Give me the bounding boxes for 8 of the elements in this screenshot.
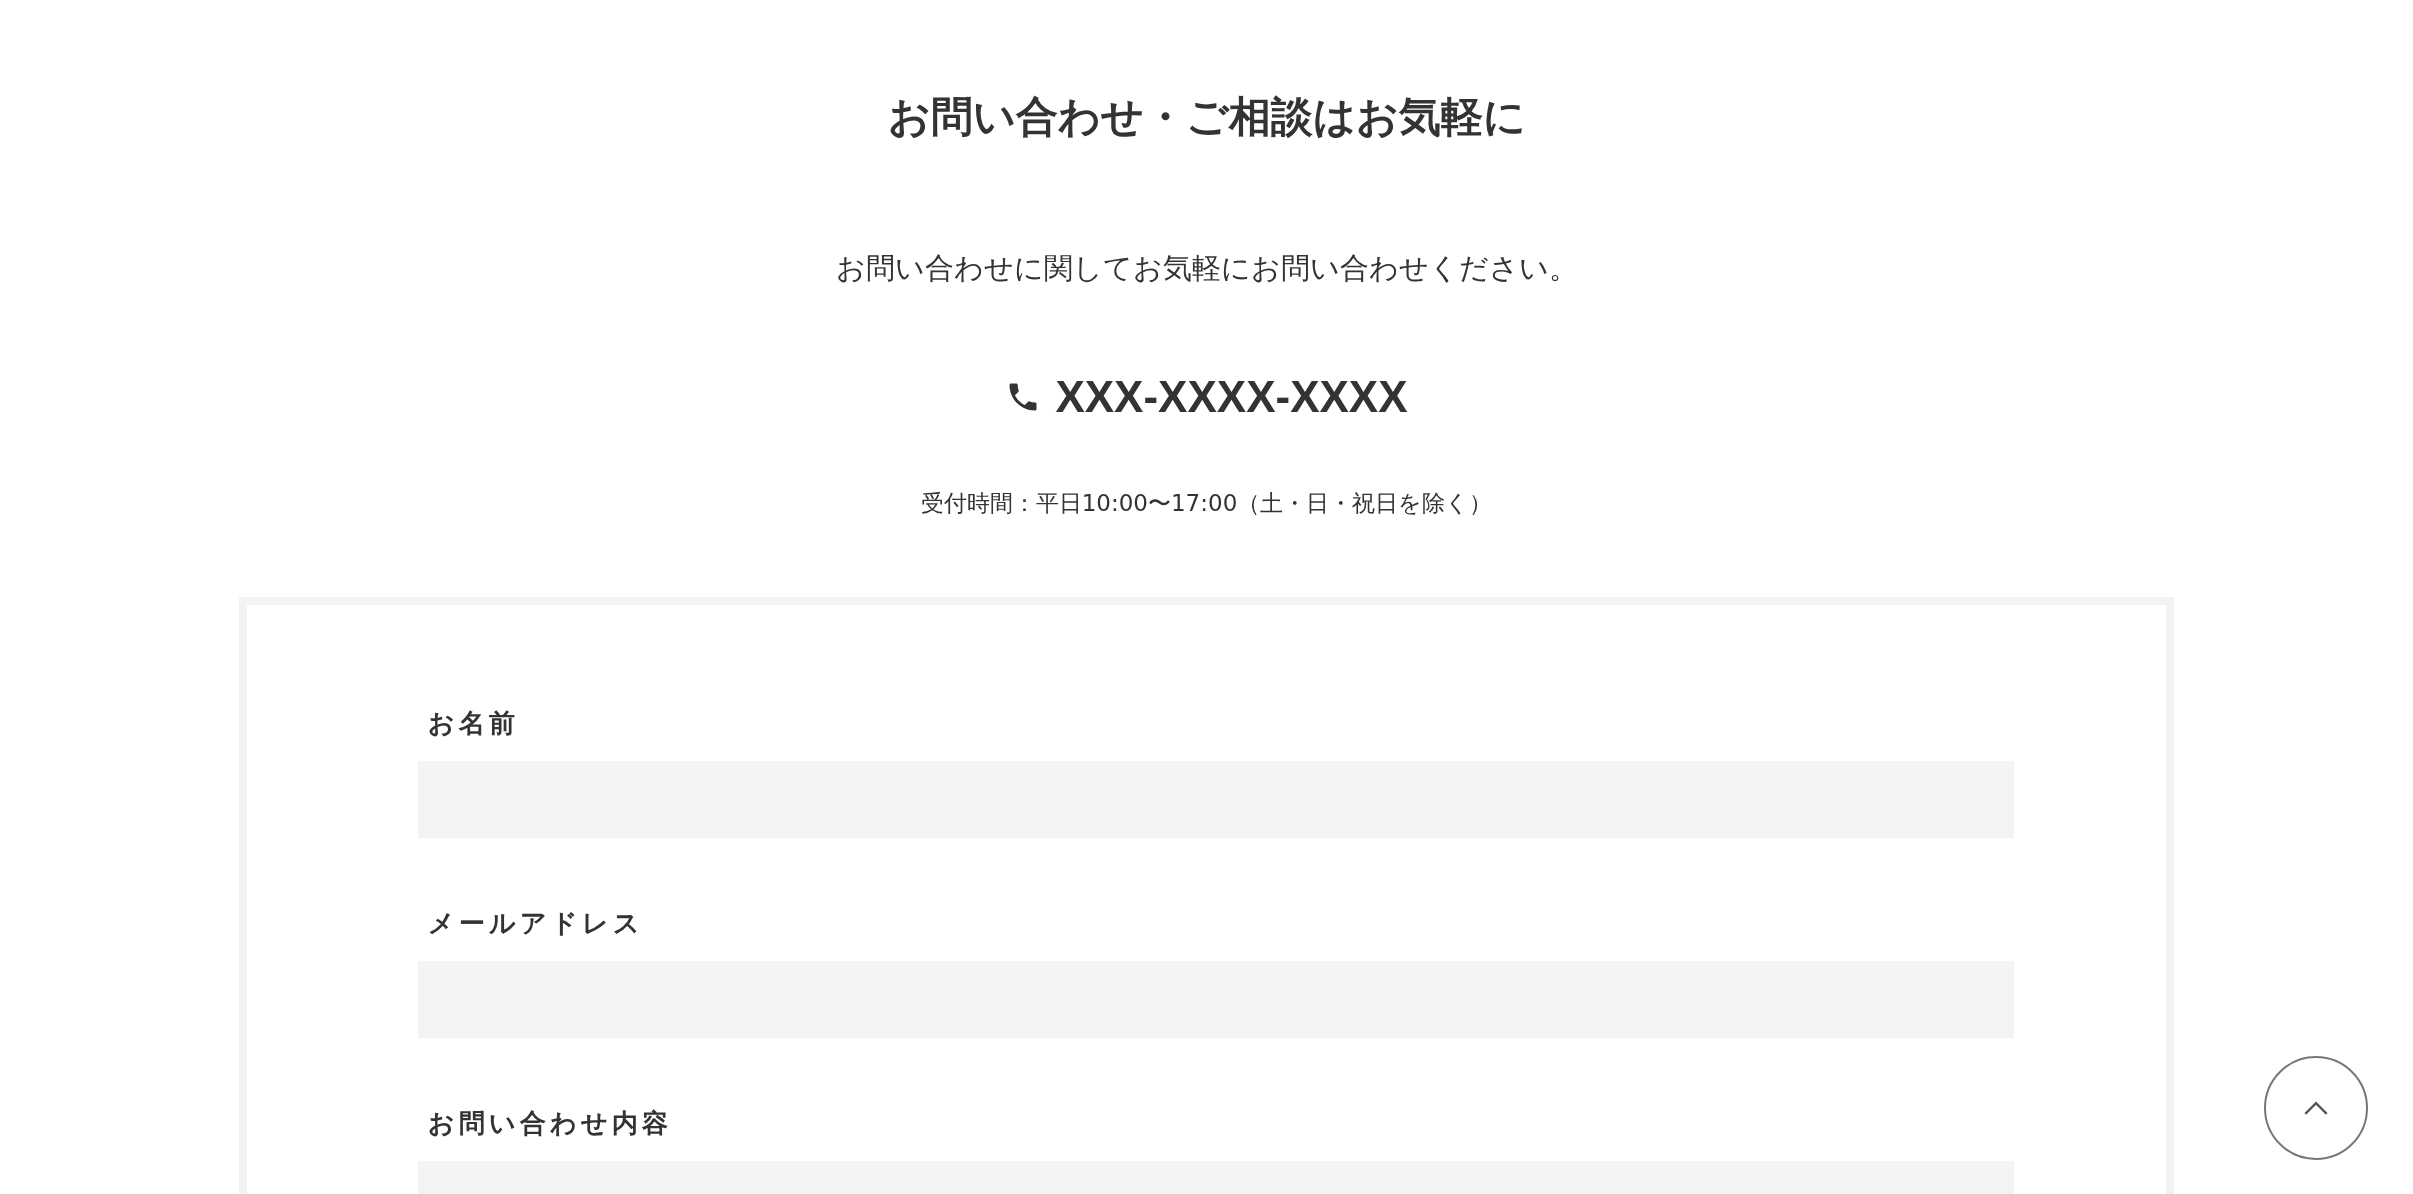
field-label: お名前 (427, 710, 520, 737)
phone-number: XXX-XXXX-XXXX (1055, 370, 1408, 423)
page-heading: お問い合わせ・ご相談はお気軽に (887, 92, 1526, 143)
chevron-up-icon (2303, 1100, 2329, 1116)
field-label: お問い合わせ内容 (427, 1110, 673, 1137)
field-label: メールアドレス (427, 910, 645, 937)
business-hours: 受付時間：平日10:00〜17:00（土・日・祝日を除く） (920, 489, 1493, 519)
intro-text: お問い合わせに関してお気軽にお問い合わせください。 (835, 250, 1578, 287)
